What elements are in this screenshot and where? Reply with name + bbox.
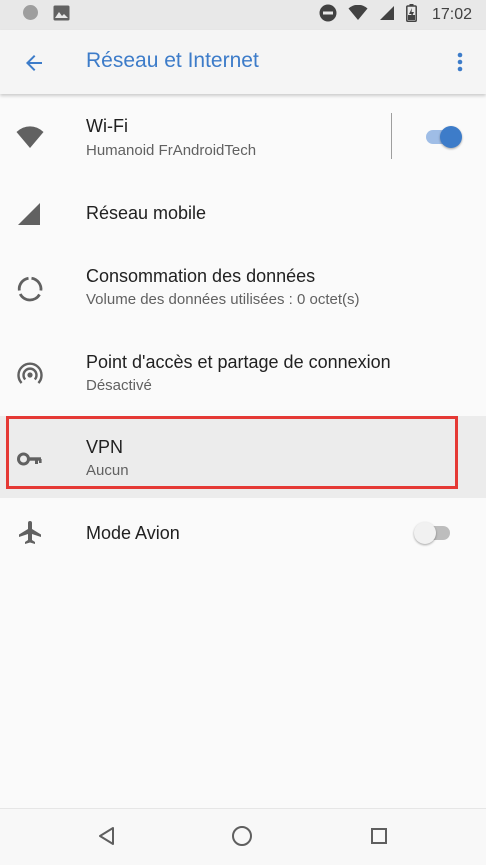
key-icon (16, 445, 44, 473)
settings-item-mobile-network[interactable]: Réseau mobile (0, 176, 486, 250)
airplane-mode-title: Mode Avion (86, 523, 180, 543)
recents-square-icon (368, 828, 390, 851)
image-notification-icon (53, 5, 70, 26)
hotspot-title: Point d'accès et partage de connexion (86, 352, 391, 372)
vpn-title: VPN (86, 437, 124, 457)
wifi-title: Wi-Fi (86, 116, 128, 136)
settings-item-wifi[interactable]: Wi-Fi Humanoid FrAndroidTech (0, 100, 486, 176)
mobile-signal-icon (16, 200, 44, 228)
app-bar: Réseau et Internet (0, 30, 486, 94)
settings-item-hotspot[interactable]: Point d'accès et partage de connexion Dé… (0, 336, 486, 416)
more-vert-icon (452, 52, 468, 78)
do-not-disturb-icon (319, 4, 337, 27)
data-usage-icon (16, 275, 44, 303)
nav-back-button[interactable] (96, 825, 118, 847)
circle-notification-icon (22, 4, 39, 26)
status-bar: 17:02 (0, 0, 486, 30)
overflow-menu-button[interactable] (452, 50, 468, 74)
home-circle-icon (231, 826, 253, 851)
back-triangle-icon (96, 827, 118, 851)
wifi-subtitle: Humanoid FrAndroidTech (86, 142, 257, 159)
wifi-toggle[interactable] (422, 124, 462, 150)
airplane-icon (16, 519, 44, 547)
mobile-network-title: Réseau mobile (86, 203, 207, 223)
cell-signal-icon (379, 5, 395, 26)
back-button[interactable] (22, 51, 46, 75)
wifi-signal-icon (348, 4, 368, 26)
navigation-bar (0, 808, 486, 865)
battery-icon (406, 3, 417, 27)
vpn-subtitle: Aucun (86, 462, 129, 479)
wifi-icon (16, 124, 44, 152)
page-title: Réseau et Internet (86, 49, 259, 72)
nav-home-button[interactable] (231, 825, 253, 847)
nav-recents-button[interactable] (368, 825, 390, 847)
hotspot-icon (16, 361, 44, 389)
settings-item-vpn[interactable]: VPN Aucun (0, 416, 486, 498)
data-usage-subtitle: Volume des données utilisées : 0 octet(s… (86, 291, 360, 308)
hotspot-subtitle: Désactivé (86, 377, 152, 394)
settings-item-data-usage[interactable]: Consommation des données Volume des donn… (0, 250, 486, 336)
data-usage-title: Consommation des données (86, 266, 316, 286)
status-time: 17:02 (431, 6, 472, 23)
wifi-divider (391, 113, 392, 159)
arrow-back-icon (22, 55, 46, 79)
airplane-mode-toggle[interactable] (414, 520, 454, 546)
